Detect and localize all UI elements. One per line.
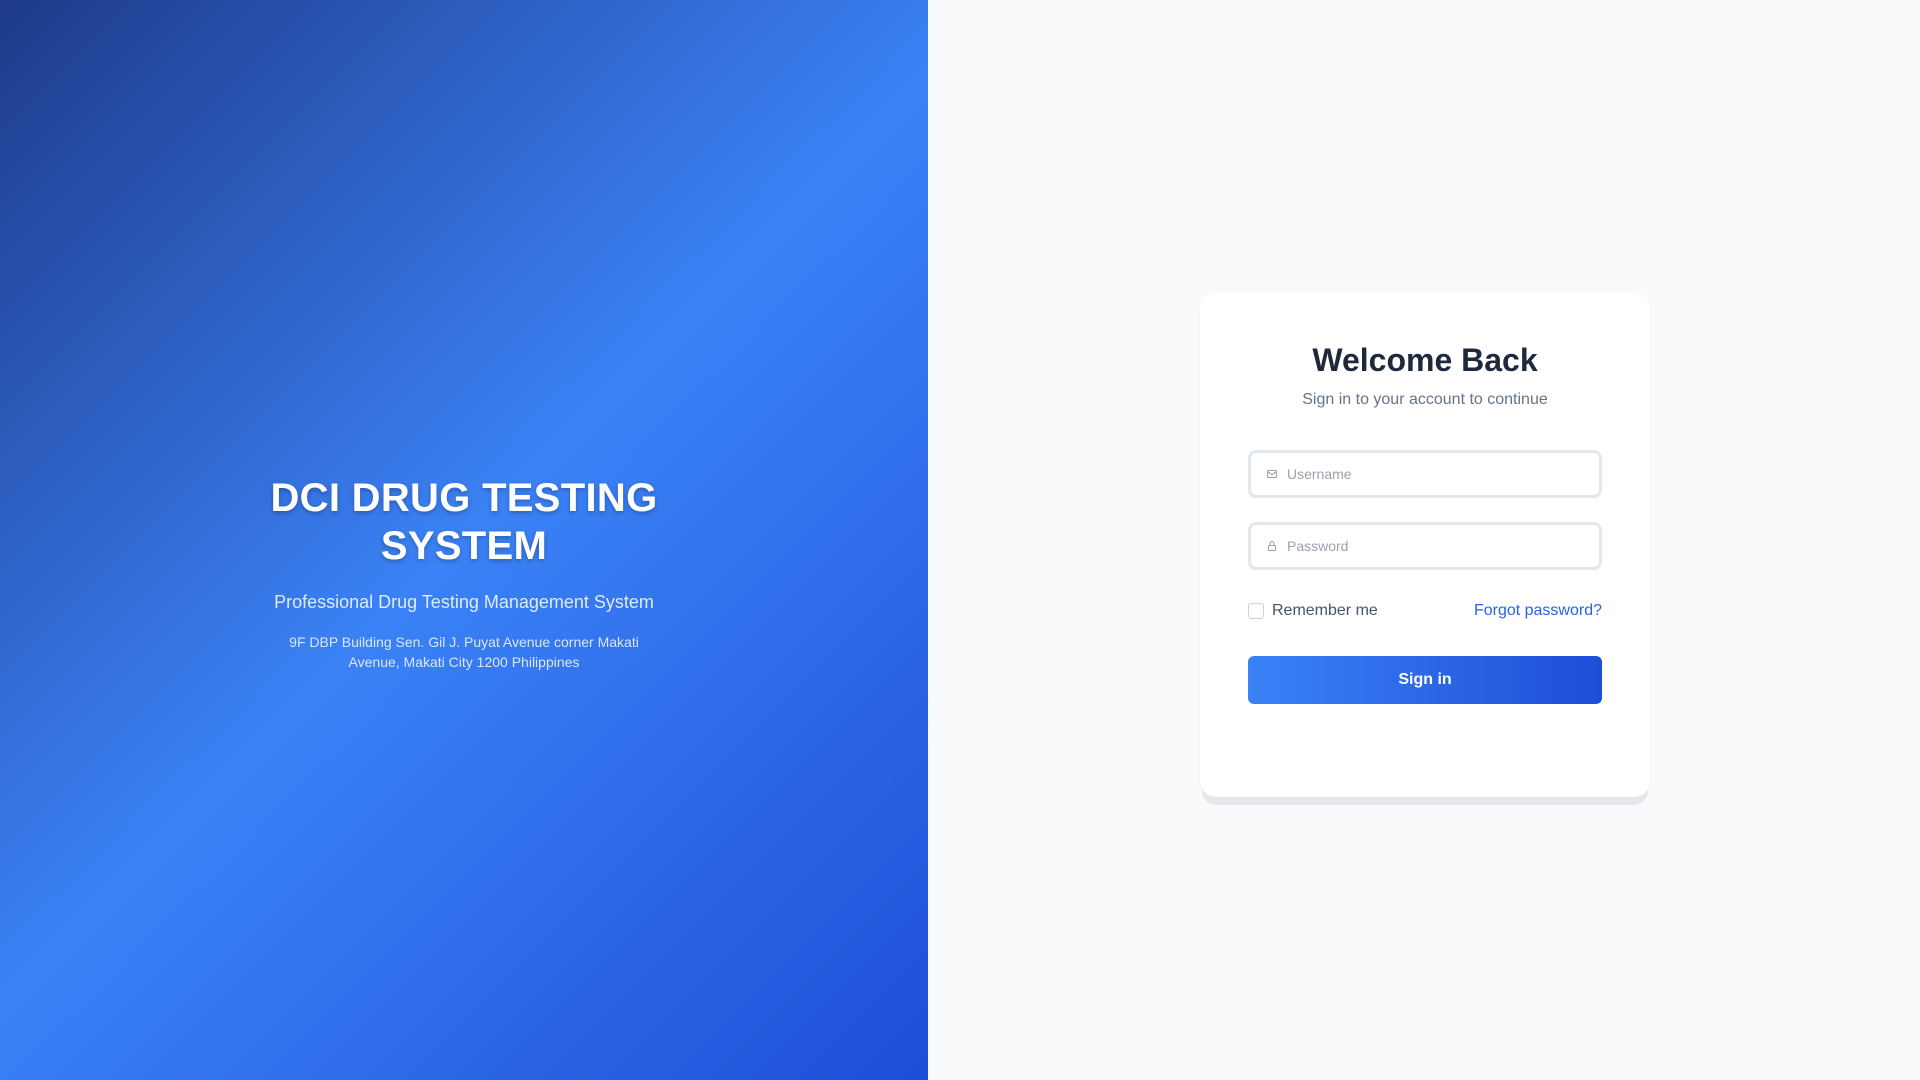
brand-panel: DCI DRUG TESTING SYSTEM Professional Dru… bbox=[0, 0, 928, 1080]
username-field[interactable] bbox=[1248, 450, 1602, 498]
remember-me[interactable]: Remember me bbox=[1248, 602, 1378, 620]
login-page: DCI DRUG TESTING SYSTEM Professional Dru… bbox=[0, 0, 1920, 1080]
login-title: Welcome Back bbox=[1312, 342, 1538, 378]
remember-me-label[interactable]: Remember me bbox=[1272, 602, 1378, 620]
login-subtitle: Sign in to your account to continue bbox=[1302, 391, 1548, 408]
lock-icon bbox=[1265, 539, 1279, 553]
brand-title: DCI DRUG TESTING SYSTEM bbox=[270, 476, 658, 568]
password-field[interactable] bbox=[1248, 522, 1602, 570]
login-panel: Welcome Back Sign in to your account to … bbox=[928, 0, 1920, 1080]
brand-subtitle: Professional Drug Testing Management Sys… bbox=[274, 592, 654, 612]
remember-me-checkbox[interactable] bbox=[1248, 603, 1264, 619]
forgot-password-link[interactable]: Forgot password? bbox=[1474, 602, 1602, 620]
login-options: Remember me Forgot password? bbox=[1248, 600, 1602, 622]
sign-in-button[interactable]: Sign in bbox=[1248, 656, 1602, 704]
password-input[interactable] bbox=[1287, 525, 1599, 567]
brand-content: DCI DRUG TESTING SYSTEM Professional Dru… bbox=[264, 474, 664, 672]
username-input[interactable] bbox=[1287, 453, 1599, 495]
mail-icon bbox=[1265, 467, 1279, 481]
login-card: Welcome Back Sign in to your account to … bbox=[1200, 292, 1650, 797]
brand-address: 9F DBP Building Sen. Gil J. Puyat Avenue… bbox=[289, 634, 639, 670]
